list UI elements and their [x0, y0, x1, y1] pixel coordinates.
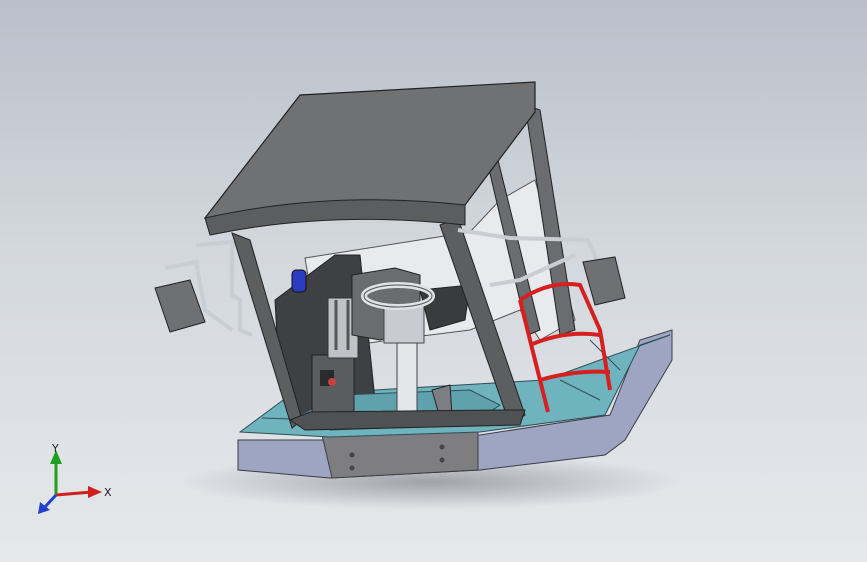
graphics-viewport[interactable]: Y X: [0, 0, 867, 562]
console-knob: [328, 378, 336, 386]
right-mirror-box: [582, 256, 626, 306]
x-arrow-icon: [88, 486, 102, 498]
x-axis: [55, 490, 93, 497]
y-axis-label: Y: [51, 442, 59, 455]
x-axis-label: X: [104, 486, 112, 499]
bolt-icon: [349, 465, 355, 471]
steering-housing: [383, 304, 425, 344]
left-mirror-box: [154, 279, 206, 333]
cab-roof-top: [203, 81, 536, 219]
bolt-icon: [439, 457, 445, 463]
blue-canister: [291, 269, 307, 293]
reference-triad: Y X: [38, 442, 112, 514]
cab-model[interactable]: [0, 0, 867, 562]
bolt-icon: [439, 444, 445, 450]
bolt-icon: [349, 452, 355, 458]
z-axis: [42, 493, 58, 510]
